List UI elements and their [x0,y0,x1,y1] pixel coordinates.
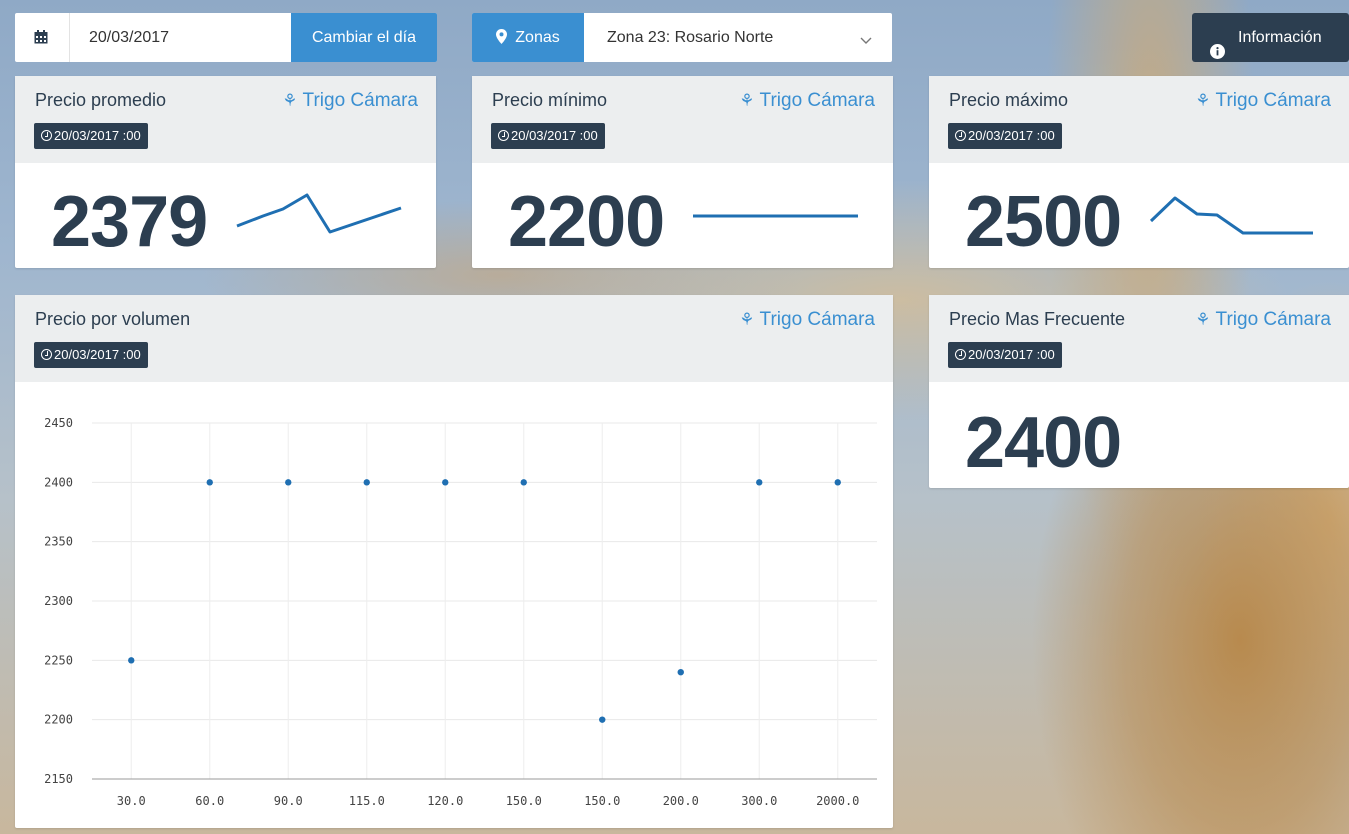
crop-link[interactable]: ⚘ Trigo Cámara [739,309,875,331]
chevron-down-icon[interactable] [860,32,872,50]
wheat-icon: ⚘ [1195,310,1211,329]
crop-link[interactable]: ⚘ Trigo Cámara [1195,309,1331,331]
avg-price-value: 2379 [51,182,208,262]
card-title: Precio por volumen [35,309,191,329]
wheat-icon: ⚘ [739,310,755,329]
data-point [599,716,606,723]
timestamp-badge: 20/03/2017 :00 [948,123,1062,149]
x-tick-label: 150.0 [506,794,542,808]
card-title: Precio mínimo [492,90,608,110]
info-circle-icon [1210,30,1225,79]
timestamp-badge: 20/03/2017 :00 [948,342,1062,368]
card-title: Precio promedio [35,90,167,110]
avg-price-card: Precio promedio ⚘ Trigo Cámara 20/03/2017… [15,76,436,268]
crop-link[interactable]: ⚘ Trigo Cámara [739,90,875,112]
x-tick-label: 30.0 [117,794,146,808]
x-tick-label: 150.0 [584,794,620,808]
y-tick-label: 2350 [44,535,73,549]
frequent-price-value: 2400 [965,403,1122,483]
max-sparkline [1149,196,1313,235]
y-tick-label: 2400 [44,475,73,489]
x-tick-label: 2000.0 [816,794,859,808]
x-tick-label: 200.0 [663,794,699,808]
wheat-icon: ⚘ [1195,91,1211,110]
clock-icon [955,130,966,141]
card-header: Precio Mas Frecuente ⚘ Trigo Cámara 20/03… [929,295,1349,382]
zones-button[interactable]: Zonas [472,13,584,62]
card-title: Precio Mas Frecuente [949,309,1126,329]
y-tick-label: 2200 [44,713,73,727]
calendar-icon[interactable] [34,30,48,44]
card-header: Precio promedio ⚘ Trigo Cámara 20/03/2017… [15,76,436,163]
wheat-icon: ⚘ [282,91,298,110]
min-price-card: Precio mínimo ⚘ Trigo Cámara 20/03/2017 :… [472,76,893,268]
clock-icon [41,349,52,360]
map-marker-icon [496,15,508,64]
zones-label: Zonas [515,29,560,46]
info-label: Información [1238,29,1322,46]
data-point [677,669,684,676]
x-tick-label: 115.0 [349,794,385,808]
card-header: Precio por volumen ⚘ Trigo Cámara 20/03/2… [15,295,893,382]
card-title: Precio máximo [949,90,1069,110]
data-point [520,479,527,486]
min-sparkline [693,214,858,218]
x-tick-label: 60.0 [195,794,224,808]
change-day-button[interactable]: Cambiar el día [291,13,437,62]
volume-scatter-chart: 2450 2400 2350 2300 2250 2200 2150 30.0 60.0 90.0… [44,416,877,808]
crop-link[interactable]: ⚘ Trigo Cámara [282,90,418,112]
data-point [442,479,449,486]
timestamp-badge: 20/03/2017 :00 [34,342,148,368]
date-picker-group: 20/03/2017 Cambiar el día [15,13,437,62]
frequent-price-card: Precio Mas Frecuente ⚘ Trigo Cámara 20/03… [929,295,1349,488]
min-price-value: 2200 [508,182,665,262]
data-point [206,479,213,486]
wheat-icon: ⚘ [739,91,755,110]
timestamp-badge: 20/03/2017 :00 [34,123,148,149]
x-tick-label: 90.0 [274,794,303,808]
data-point [756,479,763,486]
card-header: Precio máximo ⚘ Trigo Cámara 20/03/2017 :… [929,76,1349,163]
x-tick-label: 300.0 [741,794,777,808]
timestamp-badge: 20/03/2017 :00 [491,123,605,149]
date-input[interactable]: 20/03/2017 [89,13,169,62]
card-header: Precio mínimo ⚘ Trigo Cámara 20/03/2017 :… [472,76,893,163]
clock-icon [955,349,966,360]
x-tick-label: 120.0 [427,794,463,808]
clock-icon [498,130,509,141]
clock-icon [41,130,52,141]
crop-link[interactable]: ⚘ Trigo Cámara [1195,90,1331,112]
zone-select[interactable]: Zona 23: Rosario Norte [607,13,773,62]
avg-sparkline [236,193,402,234]
data-point [128,657,135,664]
zones-group: Zonas Zona 23: Rosario Norte [472,13,892,62]
data-point [363,479,370,486]
info-button[interactable]: Información [1192,13,1349,62]
volume-price-card: Precio por volumen ⚘ Trigo Cámara 20/03/2… [15,295,893,828]
y-tick-label: 2300 [44,594,73,608]
max-price-card: Precio máximo ⚘ Trigo Cámara 20/03/2017 :… [929,76,1349,268]
max-price-value: 2500 [965,182,1122,262]
y-tick-label: 2150 [44,772,73,786]
y-tick-label: 2250 [44,653,73,667]
data-point [285,479,292,486]
data-point [834,479,841,486]
y-tick-label: 2450 [44,416,73,430]
